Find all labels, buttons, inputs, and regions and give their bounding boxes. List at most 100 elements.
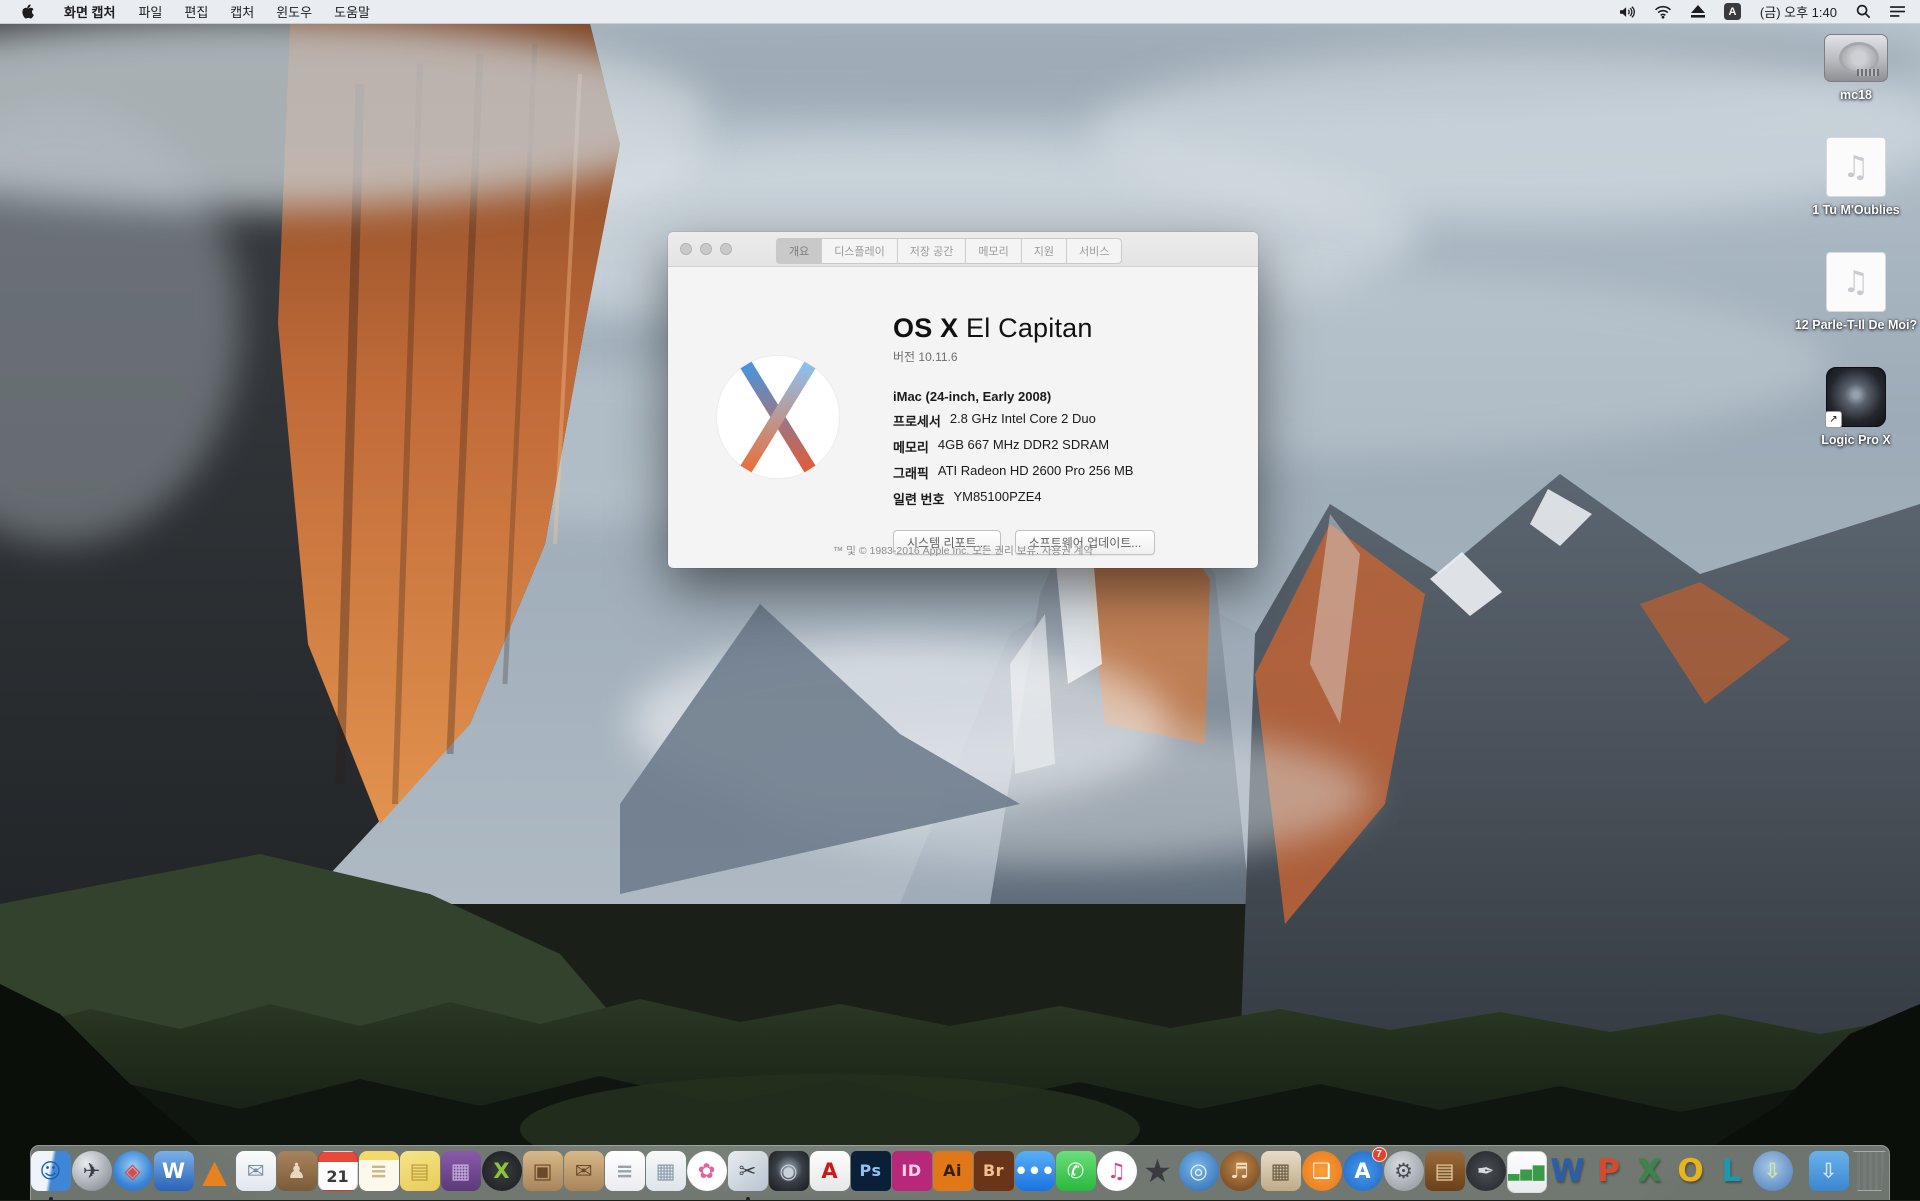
x-viewer-app-dock-item[interactable]: X (482, 1151, 522, 1195)
numbers-09-dock-item[interactable]: ▃▅▇ (1507, 1151, 1547, 1195)
tab-디스플레이[interactable]: 디스플레이 (822, 238, 898, 264)
excel-dock-item[interactable]: X (1630, 1151, 1670, 1195)
app-store-dock-item[interactable]: A7 (1343, 1151, 1383, 1195)
spec-value: YM85100PZE4 (953, 489, 1041, 508)
eject-icon[interactable] (1681, 0, 1715, 23)
about-overview-pane: OS X El Capitan 버전 10.11.6 iMac (24-inch… (668, 267, 1258, 569)
photos-dock-item[interactable]: ✿ (687, 1151, 727, 1195)
garageband-dock-item[interactable]: ♬ (1220, 1151, 1260, 1195)
facetime-icon: ✆ (1056, 1151, 1096, 1191)
bridge-dock-item[interactable]: Br (974, 1151, 1014, 1195)
indesign-dock-item[interactable]: ID (892, 1151, 932, 1195)
acrobat-icon: A (810, 1151, 850, 1191)
vlc-dock-item[interactable]: ▲ (195, 1151, 235, 1195)
menu-item-파일[interactable]: 파일 (127, 0, 173, 23)
illustrator-dock-item[interactable]: Ai (933, 1151, 973, 1195)
tab-서비스[interactable]: 서비스 (1067, 238, 1122, 264)
keynote-09-dock-item[interactable]: ▤ (1425, 1151, 1465, 1195)
audio-file-icon: ♫ (1826, 137, 1886, 197)
stickies-dock-item[interactable]: ▤ (400, 1151, 440, 1195)
acrobat-dock-item[interactable]: A (810, 1151, 850, 1195)
menu-item-캡처[interactable]: 캡처 (219, 0, 265, 23)
menu-item-편집[interactable]: 편집 (173, 0, 219, 23)
facetime-dock-item[interactable]: ✆ (1056, 1151, 1096, 1195)
tab-저장 공간[interactable]: 저장 공간 (898, 238, 967, 264)
apple-menu[interactable] (0, 0, 52, 23)
safari-dock-item[interactable]: ◈ (113, 1151, 153, 1195)
document-connection-dock-item[interactable]: ⇩ (1753, 1151, 1793, 1195)
dropstuff-dock-item[interactable]: ✉ (564, 1151, 604, 1195)
system-preferences-dock-item[interactable]: ⚙ (1384, 1151, 1424, 1195)
launchpad-dock-item[interactable]: ✈ (72, 1151, 112, 1195)
reminders-dock-item[interactable]: ≡ (605, 1151, 645, 1195)
lync-dock-item[interactable]: L (1712, 1151, 1752, 1195)
mail-dock-item[interactable]: ✉ (236, 1151, 276, 1195)
apple-logo-icon (20, 3, 34, 20)
itunes-dock-item[interactable]: ♫ (1097, 1151, 1137, 1195)
audio-file-2[interactable]: ♫12 Parle-T-Il De Moi? (1794, 252, 1918, 333)
downloads-folder-dock-item[interactable]: ⇩ (1809, 1151, 1849, 1195)
tab-메모리[interactable]: 메모리 (966, 238, 1021, 264)
running-indicator-dot (49, 1197, 53, 1201)
disk-mc18[interactable]: mc18 (1794, 34, 1918, 103)
wifi-icon[interactable] (1645, 0, 1681, 23)
photoshop-dock-item[interactable]: Ps (851, 1151, 891, 1195)
zoom-button[interactable] (720, 243, 732, 255)
spec-row: 일련 번호YM85100PZE4 (893, 489, 1155, 508)
stuffit-expander-dock-item[interactable]: ▣ (523, 1151, 563, 1195)
finder-dock-item[interactable]: ☺ (31, 1151, 71, 1195)
active-app-menu[interactable]: 화면 캡처 (52, 0, 127, 23)
tab-지원[interactable]: 지원 (1022, 238, 1067, 264)
menu-clock[interactable]: (금) 오후 1:40 (1750, 0, 1847, 23)
logic-pro-x-dock-item[interactable]: ◉ (769, 1151, 809, 1195)
trash-icon (1850, 1151, 1890, 1191)
pages-09-icon: ✒ (1466, 1151, 1506, 1191)
w-globe-app-dock-item[interactable]: W (154, 1151, 194, 1195)
grab-screen-capture-dock-item[interactable]: ✂ (728, 1151, 768, 1195)
notification-center-icon[interactable] (1880, 0, 1920, 23)
notes-dock-item[interactable]: ≡ (359, 1151, 399, 1195)
trash-dock-item[interactable] (1850, 1151, 1890, 1195)
purple-box-app-dock-item[interactable]: ▦ (441, 1151, 481, 1195)
ibooks-dock-item[interactable]: ❏ (1302, 1151, 1342, 1195)
numbers-09-icon: ▃▅▇ (1507, 1151, 1547, 1193)
word-dock-item[interactable]: W (1548, 1151, 1588, 1195)
outlook-dock-item[interactable]: O (1671, 1151, 1711, 1195)
messages-dock-item[interactable]: ••• (1015, 1151, 1055, 1195)
menu-item-도움말[interactable]: 도움말 (323, 0, 381, 23)
photo-collage-app-dock-item[interactable]: ▦ (1261, 1151, 1301, 1195)
mail-icon: ✉ (236, 1151, 276, 1191)
desktop-icon-label: 12 Parle-T-Il De Moi? (1795, 318, 1917, 333)
spec-row: 메모리4GB 667 MHz DDR2 SDRAM (893, 437, 1155, 456)
copyright-footer: ™ 및 © 1983-2016 Apple Inc. 모든 권리 보유. 사용권… (668, 543, 1258, 558)
menu-extras: A (금) 오후 1:40 (1609, 0, 1920, 23)
audio-file-1[interactable]: ♫1 Tu M'Oublies (1794, 137, 1918, 218)
postcard-app-dock-item[interactable]: ▦ (646, 1151, 686, 1195)
minimize-button[interactable] (700, 243, 712, 255)
idvd-dock-item[interactable]: ◎ (1179, 1151, 1219, 1195)
about-tabs: 개요디스플레이저장 공간메모리지원서비스 (776, 238, 1122, 264)
grab-screen-capture-icon: ✂ (728, 1151, 768, 1191)
powerpoint-dock-item[interactable]: P (1589, 1151, 1629, 1195)
photoshop-icon: Ps (851, 1151, 891, 1191)
x-viewer-app-icon: X (482, 1151, 522, 1191)
logic-pro-x-alias[interactable]: ↗Logic Pro X (1794, 367, 1918, 448)
desktop-icon-label: Logic Pro X (1821, 433, 1890, 448)
tab-개요[interactable]: 개요 (776, 238, 822, 264)
about-this-mac-window[interactable]: 개요디스플레이저장 공간메모리지원서비스 OS X El Capitan 버전 … (668, 232, 1258, 568)
calendar-dock-item[interactable]: 21 (318, 1151, 358, 1195)
spotlight-icon[interactable] (1847, 0, 1880, 23)
spec-label: 그래픽 (893, 463, 929, 482)
pages-09-dock-item[interactable]: ✒ (1466, 1151, 1506, 1195)
window-title-bar[interactable]: 개요디스플레이저장 공간메모리지원서비스 (668, 232, 1258, 267)
excel-icon: X (1630, 1151, 1670, 1191)
imovie-dock-item[interactable]: ★ (1138, 1151, 1178, 1195)
menu-item-윈도우[interactable]: 윈도우 (265, 0, 323, 23)
close-button[interactable] (680, 243, 692, 255)
volume-icon[interactable] (1609, 0, 1645, 23)
input-source-menu[interactable]: A (1715, 0, 1750, 23)
keynote-09-icon: ▤ (1425, 1151, 1465, 1191)
indesign-icon: ID (892, 1151, 932, 1191)
desktop-wallpaper (0, 24, 1920, 1200)
contacts-dock-item[interactable]: ♟ (277, 1151, 317, 1195)
